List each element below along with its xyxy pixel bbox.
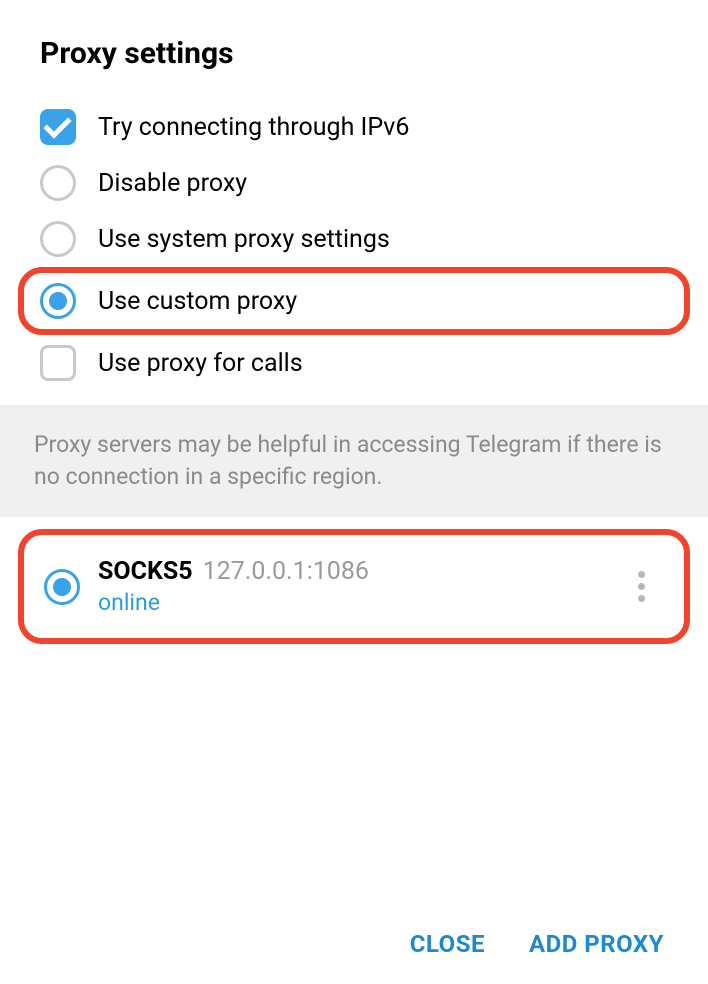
option-label: Disable proxy [98,169,247,198]
option-label: Use proxy for calls [98,349,303,378]
radio-icon [40,283,76,319]
proxy-options-list: Try connecting through IPv6 Disable prox… [0,99,708,399]
close-button[interactable]: CLOSE [410,930,485,958]
option-label: Use custom proxy [98,287,297,316]
page-title: Proxy settings [0,0,708,99]
more-menu-icon[interactable] [624,567,664,607]
radio-icon [40,221,76,257]
option-system-proxy[interactable]: Use system proxy settings [0,211,708,267]
proxy-address: 127.0.0.1:1086 [203,557,369,586]
option-label: Try connecting through IPv6 [98,113,409,142]
info-text: Proxy servers may be helpful in accessin… [34,429,674,493]
add-proxy-button[interactable]: ADD PROXY [529,930,664,958]
option-ipv6[interactable]: Try connecting through IPv6 [0,99,708,155]
option-proxy-for-calls[interactable]: Use proxy for calls [0,335,708,391]
proxy-info: SOCKS5 127.0.0.1:1086 online [98,557,624,616]
radio-icon [44,569,80,605]
radio-icon [40,165,76,201]
proxy-status: online [98,589,624,616]
checkbox-icon [40,109,76,145]
option-custom-proxy[interactable]: Use custom proxy [24,273,684,329]
proxy-server-list: SOCKS5 127.0.0.1:1086 online [0,517,708,656]
checkbox-icon [40,345,76,381]
proxy-protocol: SOCKS5 [98,557,193,586]
option-label: Use system proxy settings [98,225,390,254]
option-disable-proxy[interactable]: Disable proxy [0,155,708,211]
dialog-footer: CLOSE ADD PROXY [0,904,708,984]
proxy-server-row[interactable]: SOCKS5 127.0.0.1:1086 online [24,535,684,638]
info-section: Proxy servers may be helpful in accessin… [0,405,708,517]
